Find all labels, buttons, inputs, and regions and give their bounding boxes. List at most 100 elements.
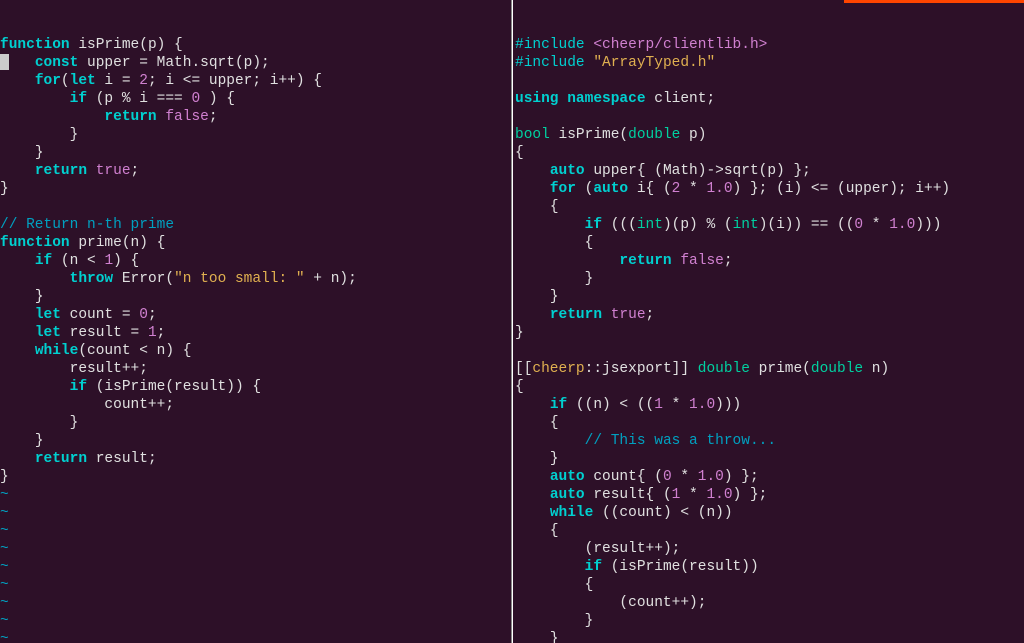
code-line[interactable]: auto result{ (1 * 1.0) }; bbox=[515, 486, 1024, 504]
code-line[interactable]: { bbox=[515, 234, 1024, 252]
code-line[interactable]: return true; bbox=[0, 162, 511, 180]
token-type: bool bbox=[515, 127, 550, 143]
code-line[interactable]: if ((n) < ((1 * 1.0))) bbox=[515, 396, 1024, 414]
code-line[interactable]: } bbox=[0, 126, 511, 144]
code-line[interactable]: while ((count) < (n)) bbox=[515, 504, 1024, 522]
code-line[interactable]: { bbox=[515, 576, 1024, 594]
token-bool: false bbox=[680, 253, 724, 269]
code-line[interactable]: return true; bbox=[515, 306, 1024, 324]
code-line[interactable]: bool isPrime(double p) bbox=[515, 126, 1024, 144]
code-line[interactable]: { bbox=[515, 378, 1024, 396]
token-sp bbox=[515, 199, 550, 215]
token-bool: true bbox=[611, 307, 646, 323]
code-line[interactable]: } bbox=[515, 612, 1024, 630]
token-id: client; bbox=[646, 91, 716, 107]
code-line[interactable]: count++; bbox=[0, 396, 511, 414]
token-num: 1.0 bbox=[889, 217, 915, 233]
code-line[interactable]: } bbox=[0, 288, 511, 306]
token-sp bbox=[515, 451, 550, 467]
code-content-left[interactable]: function isPrime(p) { const upper = Math… bbox=[0, 36, 511, 643]
code-line[interactable]: function isPrime(p) { bbox=[0, 36, 511, 54]
code-line[interactable]: let count = 0; bbox=[0, 306, 511, 324]
token-cmt: // This was a throw... bbox=[585, 433, 776, 449]
code-line[interactable]: if (p % i === 0 ) { bbox=[0, 90, 511, 108]
code-line[interactable]: } bbox=[515, 288, 1024, 306]
code-line[interactable] bbox=[515, 342, 1024, 360]
code-line[interactable] bbox=[515, 72, 1024, 90]
token-paren: } bbox=[70, 127, 79, 143]
code-line[interactable]: } bbox=[0, 468, 511, 486]
token-id: count++; bbox=[104, 397, 174, 413]
token-sp bbox=[0, 361, 70, 377]
code-line[interactable]: { bbox=[515, 414, 1024, 432]
code-line[interactable]: } bbox=[0, 432, 511, 450]
token-sp bbox=[0, 451, 35, 467]
token-id: prime( bbox=[750, 361, 811, 377]
code-line[interactable]: const upper = Math.sqrt(p); bbox=[0, 54, 511, 72]
code-line[interactable]: #include "ArrayTyped.h" bbox=[515, 54, 1024, 72]
code-line[interactable]: return result; bbox=[0, 450, 511, 468]
token-kw: auto bbox=[593, 181, 628, 197]
token-paren: } bbox=[550, 631, 559, 643]
code-line[interactable] bbox=[515, 108, 1024, 126]
token-id: ) }; (i) <= (upper); i++) bbox=[733, 181, 951, 197]
token-id: result++; bbox=[70, 361, 148, 377]
code-line[interactable]: (count++); bbox=[515, 594, 1024, 612]
editor-pane-left[interactable]: function isPrime(p) { const upper = Math… bbox=[0, 0, 512, 643]
token-sp bbox=[515, 397, 550, 413]
code-line[interactable]: { bbox=[515, 198, 1024, 216]
code-line[interactable]: return false; bbox=[0, 108, 511, 126]
code-line[interactable]: [[cheerp::jsexport]] double prime(double… bbox=[515, 360, 1024, 378]
token-sp bbox=[515, 415, 550, 431]
code-line[interactable]: if (n < 1) { bbox=[0, 252, 511, 270]
code-line[interactable]: if (((int)(p) % (int)(i)) == ((0 * 1.0))… bbox=[515, 216, 1024, 234]
code-line[interactable]: return false; bbox=[515, 252, 1024, 270]
code-line[interactable]: } bbox=[515, 630, 1024, 643]
token-kw: throw bbox=[70, 271, 114, 287]
token-id: ; i <= upper; i++) { bbox=[148, 73, 322, 89]
code-line[interactable]: (result++); bbox=[515, 540, 1024, 558]
code-line[interactable]: auto upper{ (Math)->sqrt(p) }; bbox=[515, 162, 1024, 180]
code-line[interactable]: } bbox=[515, 450, 1024, 468]
code-line[interactable]: // Return n-th prime bbox=[0, 216, 511, 234]
token-sp bbox=[0, 145, 35, 161]
code-line[interactable]: auto count{ (0 * 1.0) }; bbox=[515, 468, 1024, 486]
code-content-right[interactable]: #include <cheerp/clientlib.h>#include "A… bbox=[515, 36, 1024, 643]
token-attr: cheerp bbox=[532, 361, 584, 377]
token-id: ))) bbox=[915, 217, 941, 233]
code-line[interactable]: // This was a throw... bbox=[515, 432, 1024, 450]
code-line[interactable]: } bbox=[515, 324, 1024, 342]
code-line[interactable]: } bbox=[0, 180, 511, 198]
token-sp bbox=[0, 91, 70, 107]
empty-line-tilde: ~ bbox=[0, 504, 511, 522]
token-paren: } bbox=[70, 415, 79, 431]
code-line[interactable]: #include <cheerp/clientlib.h> bbox=[515, 36, 1024, 54]
code-line[interactable]: if (isPrime(result)) { bbox=[0, 378, 511, 396]
token-id: isPrime( bbox=[550, 127, 628, 143]
token-kw: if bbox=[70, 91, 87, 107]
code-line[interactable] bbox=[0, 198, 511, 216]
code-line[interactable]: for(let i = 2; i <= upper; i++) { bbox=[0, 72, 511, 90]
code-line[interactable]: } bbox=[0, 144, 511, 162]
code-line[interactable]: result++; bbox=[0, 360, 511, 378]
token-kw: namespace bbox=[567, 91, 645, 107]
editor-pane-right[interactable]: #include <cheerp/clientlib.h>#include "A… bbox=[512, 0, 1024, 643]
token-num: 1.0 bbox=[698, 469, 724, 485]
code-line[interactable]: function prime(n) { bbox=[0, 234, 511, 252]
code-line[interactable]: } bbox=[515, 270, 1024, 288]
token-sp bbox=[0, 253, 35, 269]
code-line[interactable]: while(count < n) { bbox=[0, 342, 511, 360]
token-kw: if bbox=[35, 253, 52, 269]
code-line[interactable]: let result = 1; bbox=[0, 324, 511, 342]
token-str: "n too small: " bbox=[174, 271, 305, 287]
code-line[interactable]: if (isPrime(result)) bbox=[515, 558, 1024, 576]
code-line[interactable]: using namespace client; bbox=[515, 90, 1024, 108]
code-line[interactable]: for (auto i{ (2 * 1.0) }; (i) <= (upper)… bbox=[515, 180, 1024, 198]
token-kw: return bbox=[35, 163, 87, 179]
code-line[interactable]: { bbox=[515, 144, 1024, 162]
code-line[interactable]: throw Error("n too small: " + n); bbox=[0, 270, 511, 288]
token-kw: return bbox=[104, 109, 156, 125]
code-line[interactable]: { bbox=[515, 522, 1024, 540]
code-line[interactable]: } bbox=[0, 414, 511, 432]
token-id: upper{ (Math)->sqrt(p) }; bbox=[585, 163, 811, 179]
